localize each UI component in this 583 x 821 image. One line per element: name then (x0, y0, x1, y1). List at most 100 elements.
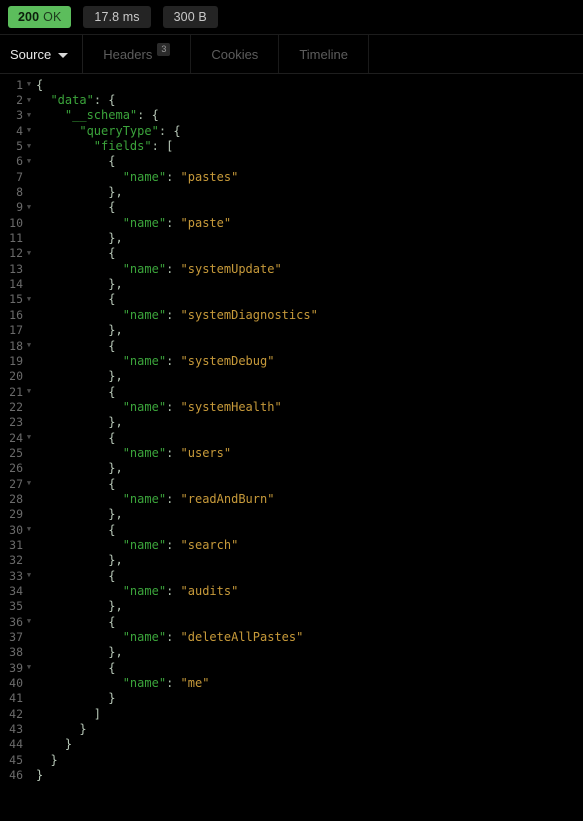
code-text: }, (108, 231, 123, 246)
tab-headers-label: Headers (103, 46, 153, 62)
code-text: { (108, 200, 116, 215)
source-dropdown[interactable]: Source (0, 35, 84, 73)
line-number: 4 (16, 123, 23, 138)
fold-triangle-icon[interactable]: ▼ (23, 111, 35, 119)
line-number: 37 (9, 630, 23, 645)
line-number: 44 (9, 737, 23, 752)
code-text: "data": { (50, 93, 116, 108)
response-time-value: 17.8 ms (94, 9, 140, 24)
fold-triangle-icon[interactable]: ▼ (23, 142, 35, 150)
code-text: "name": "systemDebug" (122, 353, 275, 368)
line-number: 39 (9, 660, 23, 675)
code-text: "name": "deleteAllPastes" (122, 630, 304, 645)
code-text: "name": "pastes" (122, 169, 239, 184)
code-text: }, (108, 599, 123, 614)
fold-triangle-icon[interactable]: ▼ (23, 157, 35, 165)
fold-triangle-icon[interactable]: ▼ (23, 618, 35, 625)
response-time-badge: 17.8 ms (83, 6, 151, 28)
line-number: 35 (9, 599, 23, 614)
line-number: 43 (9, 722, 23, 737)
line-number: 32 (9, 553, 23, 568)
code-line: 2 ▼ "data": { (0, 92, 583, 107)
fold-triangle-icon[interactable]: ▼ (23, 295, 35, 303)
tab-bar-filler (369, 35, 583, 73)
fold-triangle-icon[interactable]: ▼ (23, 203, 35, 211)
code-line: 4 ▼ "queryType": { (0, 123, 583, 138)
line-number: 1 (16, 77, 23, 92)
code-line: 39 ▼ { (0, 660, 583, 675)
code-text: { (108, 614, 116, 629)
line-number: 41 (9, 691, 23, 706)
line-number: 16 (9, 307, 23, 322)
code-line: 15 ▼ { (0, 292, 583, 307)
tab-headers[interactable]: Headers 3 (83, 35, 192, 73)
code-text: "name": "readAndBurn" (122, 491, 275, 506)
code-text: { (108, 292, 116, 307)
code-line: 43 } (0, 721, 583, 736)
code-text: { (108, 522, 116, 537)
code-line: 3 ▼ "__schema": { (0, 108, 583, 123)
code-line: 20 }, (0, 369, 583, 384)
status-code-badge: 200 OK (8, 6, 72, 28)
code-line: 14 }, (0, 276, 583, 291)
code-text: "name": "systemHealth" (122, 399, 282, 414)
code-text: } (64, 737, 73, 752)
line-number: 22 (9, 399, 23, 414)
line-number: 40 (9, 676, 23, 691)
code-text: "name": "audits" (122, 584, 239, 599)
source-dropdown-label: Source (10, 46, 52, 62)
tab-cookies[interactable]: Cookies (191, 35, 280, 73)
tab-timeline-label: Timeline (299, 46, 348, 62)
line-number: 12 (9, 246, 23, 261)
fold-triangle-icon[interactable]: ▼ (23, 434, 35, 441)
code-line: 8 }, (0, 184, 583, 199)
line-number: 21 (9, 384, 23, 399)
fold-triangle-icon[interactable]: ▼ (23, 388, 35, 395)
code-text: }, (108, 553, 123, 568)
line-number: 38 (9, 645, 23, 660)
json-response-body[interactable]: 1 ▼{2 ▼ "data": {3 ▼ "__schema": {4 ▼ "query… (0, 74, 583, 821)
code-line: 46} (0, 767, 583, 782)
code-text: { (108, 568, 116, 583)
fold-triangle-icon[interactable]: ▼ (23, 249, 35, 257)
code-line: 23 }, (0, 415, 583, 430)
code-line: 28 "name": "readAndBurn" (0, 491, 583, 506)
fold-triangle-icon[interactable]: ▼ (23, 342, 35, 349)
response-viewer-panel: 200 OK 17.8 ms 300 B Source Headers 3 Co… (0, 0, 583, 821)
code-line: 45 } (0, 752, 583, 767)
code-text: }, (108, 645, 123, 660)
headers-count-badge: 3 (157, 42, 171, 56)
fold-triangle-icon[interactable]: ▼ (23, 127, 35, 134)
fold-triangle-icon[interactable]: ▼ (23, 480, 35, 487)
fold-triangle-icon[interactable]: ▼ (23, 526, 35, 533)
code-line: 36 ▼ { (0, 614, 583, 629)
line-number: 28 (9, 491, 23, 506)
tab-timeline[interactable]: Timeline (279, 35, 369, 73)
code-text: }, (108, 185, 123, 200)
response-status-bar: 200 OK 17.8 ms 300 B (0, 0, 583, 35)
fold-triangle-icon[interactable]: ▼ (23, 572, 35, 579)
line-number: 34 (9, 584, 23, 599)
code-line: 25 "name": "users" (0, 445, 583, 460)
line-number: 15 (9, 292, 23, 307)
line-number: 18 (9, 338, 23, 353)
code-text: }, (108, 277, 123, 292)
code-text: { (108, 338, 116, 353)
code-line: 11 }, (0, 230, 583, 245)
code-text: } (79, 722, 87, 737)
code-line: 30 ▼ { (0, 522, 583, 537)
code-text: { (108, 384, 116, 399)
fold-triangle-icon[interactable]: ▼ (23, 96, 35, 104)
code-text: "name": "search" (122, 537, 239, 552)
fold-triangle-icon[interactable]: ▼ (23, 664, 35, 671)
code-text: { (108, 154, 116, 169)
line-number: 29 (9, 507, 23, 522)
fold-triangle-icon[interactable]: ▼ (23, 81, 35, 88)
code-line: 6 ▼ { (0, 154, 583, 169)
code-line: 32 }, (0, 553, 583, 568)
line-number: 19 (9, 353, 23, 368)
code-text: "__schema": { (64, 108, 159, 123)
code-line: 19 "name": "systemDebug" (0, 353, 583, 368)
code-text: }, (108, 415, 123, 430)
code-text: { (108, 476, 116, 491)
